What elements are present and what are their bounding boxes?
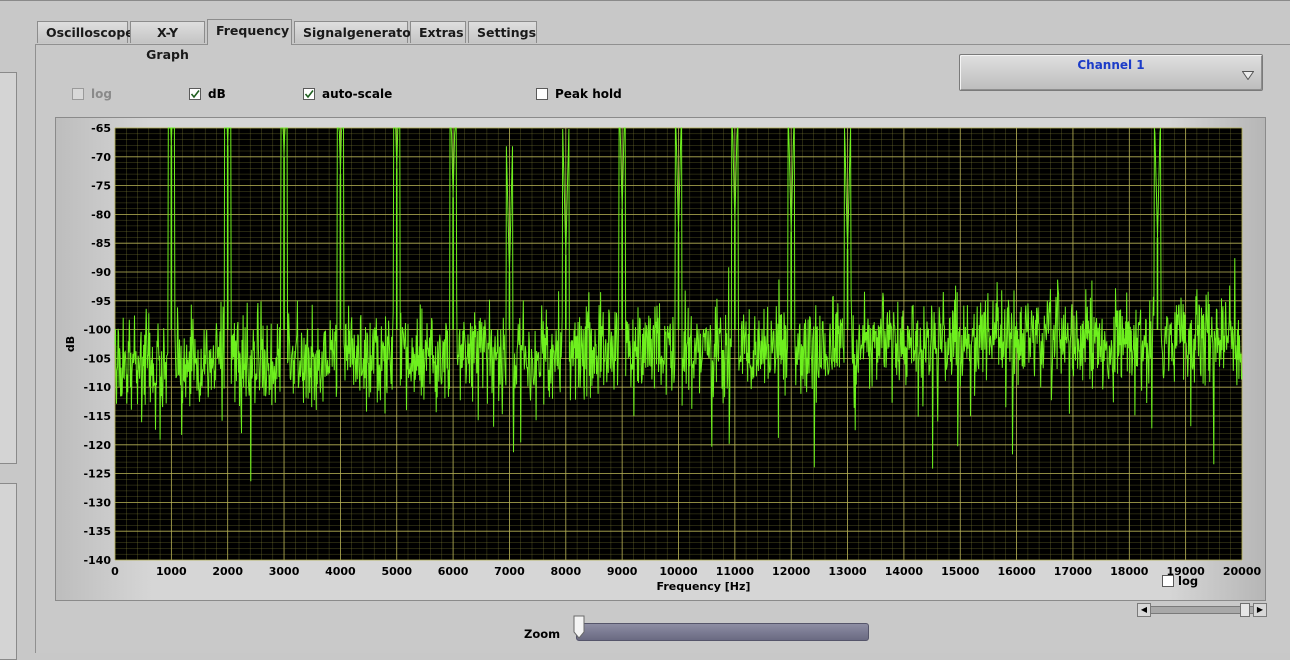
autoscale-checkbox-label: auto-scale <box>322 87 393 101</box>
spectrum-chart: 0 1000 2000 3000 4000 5000 6000 7000 8000 9000 100… <box>64 122 1262 593</box>
x-tick-label: 16000 <box>997 565 1036 578</box>
scroll-thumb[interactable] <box>1240 603 1250 617</box>
graph-log-checkbox-box[interactable] <box>1162 575 1174 587</box>
checkmark-icon <box>190 90 200 99</box>
x-tick-label: 5000 <box>381 565 412 578</box>
left-side-panel <box>0 72 17 464</box>
zoom-label: Zoom <box>524 627 561 641</box>
y-tick-label: -65 <box>91 122 111 135</box>
x-tick-label: 13000 <box>828 565 867 578</box>
x-tick-label: 7000 <box>494 565 525 578</box>
y-tick-label: -90 <box>91 266 111 279</box>
log-checkbox-box[interactable] <box>72 88 84 100</box>
x-tick-label: 8000 <box>550 565 581 578</box>
left-side-panel-lower <box>0 483 17 660</box>
tab-extras[interactable]: Extras <box>410 21 466 43</box>
x-axis-label: Frequency [Hz] <box>657 580 751 593</box>
y-axis-label: dB <box>64 336 77 352</box>
y-tick-label: -115 <box>83 410 111 423</box>
tab-xy-graph[interactable]: X-Y Graph <box>130 21 205 62</box>
tab-frequency[interactable]: Frequency <box>207 19 292 45</box>
spectrum-graph-frame: 0 1000 2000 3000 4000 5000 6000 7000 8000 9000 100… <box>55 117 1266 601</box>
tab-signalgenerator[interactable]: Signalgenerator <box>294 21 417 43</box>
y-tick-label: -75 <box>91 180 111 193</box>
y-tick-label: -130 <box>83 496 111 509</box>
y-tick-label: -140 <box>83 554 111 567</box>
x-tick-label: 11000 <box>716 565 755 578</box>
autoscale-checkbox-box[interactable] <box>303 88 315 100</box>
graph-horizontal-scrollbar[interactable]: ◀ ▶ <box>1137 603 1267 617</box>
y-tick-label: -120 <box>83 439 111 452</box>
y-tick-label: -100 <box>83 324 111 337</box>
tab-settings[interactable]: Settings <box>468 21 537 43</box>
zoom-slider-thumb[interactable] <box>572 615 586 639</box>
y-tick-label: -85 <box>91 237 111 250</box>
x-tick-label: 0 <box>111 565 119 578</box>
x-tick-label: 9000 <box>607 565 638 578</box>
db-checkbox-label: dB <box>208 87 226 101</box>
y-tick-label: -80 <box>91 208 111 221</box>
x-tick-label: 17000 <box>1054 565 1093 578</box>
log-checkbox-label: log <box>91 87 112 101</box>
x-tick-label: 18000 <box>1110 565 1149 578</box>
y-tick-label: -95 <box>91 295 111 308</box>
x-tick-label: 15000 <box>941 565 980 578</box>
y-tick-label: -110 <box>83 381 111 394</box>
scroll-track[interactable] <box>1150 606 1254 614</box>
db-checkbox-box[interactable] <box>189 88 201 100</box>
y-tick-label: -70 <box>91 151 111 164</box>
y-tick-label: -135 <box>83 525 111 538</box>
channel-select[interactable]: Channel 1 <box>959 54 1263 91</box>
zoom-slider-track[interactable] <box>576 623 869 641</box>
x-tick-label: 12000 <box>772 565 811 578</box>
scroll-right-button[interactable]: ▶ <box>1253 603 1267 617</box>
y-tick-label: -105 <box>83 352 111 365</box>
peak-hold-checkbox-box[interactable] <box>536 88 548 100</box>
x-tick-label: 2000 <box>212 565 243 578</box>
dropdown-arrow-icon <box>1242 71 1254 80</box>
checkmark-icon <box>304 90 314 99</box>
peak-hold-checkbox-label: Peak hold <box>555 87 622 101</box>
tab-oscilloscope[interactable]: Oscilloscope <box>37 21 134 43</box>
window-top-border <box>0 0 1290 1</box>
x-tick-label: 6000 <box>438 565 469 578</box>
x-tick-label: 1000 <box>156 565 187 578</box>
x-tick-label: 3000 <box>269 565 300 578</box>
x-tick-label: 4000 <box>325 565 356 578</box>
x-tick-label: 10000 <box>659 565 698 578</box>
x-tick-label: 14000 <box>885 565 924 578</box>
y-tick-label: -125 <box>83 468 111 481</box>
x-tick-label: 20000 <box>1223 565 1262 578</box>
channel-select-value: Channel 1 <box>1077 58 1145 72</box>
graph-log-checkbox-label: log <box>1178 574 1199 588</box>
scroll-left-button[interactable]: ◀ <box>1137 603 1151 617</box>
